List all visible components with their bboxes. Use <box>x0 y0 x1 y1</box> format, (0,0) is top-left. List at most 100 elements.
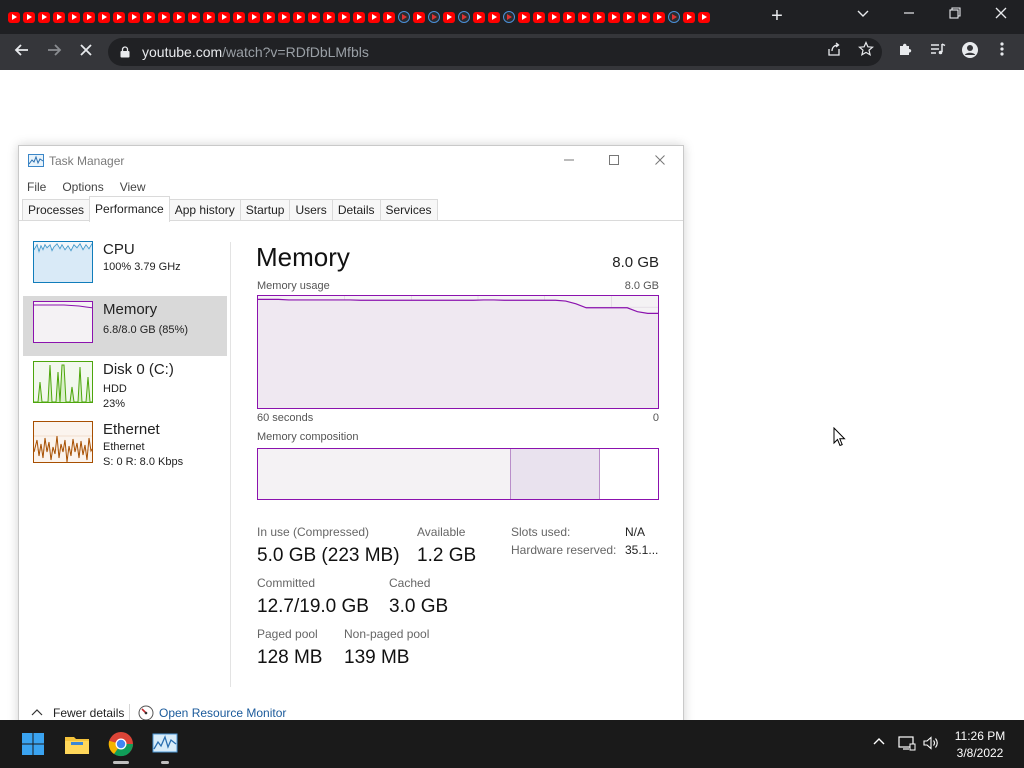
windows-start-icon[interactable] <box>19 730 47 758</box>
tab-performance[interactable]: Performance <box>89 196 170 222</box>
browser-tab[interactable] <box>636 7 651 27</box>
sidebar-ethernet-throughput: S: 0 R: 8.0 Kbps <box>103 456 184 468</box>
forward-arrow-icon[interactable] <box>42 41 66 63</box>
browser-tab[interactable] <box>231 7 246 27</box>
browser-tab[interactable] <box>351 7 366 27</box>
browser-tab[interactable] <box>426 7 441 27</box>
browser-tab[interactable] <box>201 7 216 27</box>
browser-tab[interactable] <box>306 7 321 27</box>
bookmark-star-icon[interactable] <box>854 41 878 63</box>
browser-tab[interactable] <box>36 7 51 27</box>
browser-tab[interactable] <box>261 7 276 27</box>
tab-startup[interactable]: Startup <box>239 199 291 221</box>
browser-tab[interactable] <box>546 7 561 27</box>
browser-tab[interactable] <box>321 7 336 27</box>
tab-search-chevron-icon[interactable] <box>850 4 876 26</box>
browser-tab[interactable] <box>606 7 621 27</box>
tm-minimize-icon[interactable] <box>554 150 584 172</box>
fewer-details-button[interactable]: Fewer details <box>53 706 124 720</box>
browser-tab[interactable] <box>186 7 201 27</box>
stop-loading-icon[interactable] <box>74 41 98 63</box>
browser-tab[interactable] <box>516 7 531 27</box>
resource-monitor-icon[interactable] <box>138 705 154 721</box>
tab-users[interactable]: Users <box>289 199 333 221</box>
browser-tab[interactable] <box>681 7 696 27</box>
open-resource-monitor-link[interactable]: Open Resource Monitor <box>159 706 286 720</box>
committed-value: 12.7/19.0 GB <box>257 596 369 617</box>
browser-tab[interactable] <box>141 7 156 27</box>
browser-tab[interactable] <box>96 7 111 27</box>
browser-tab[interactable] <box>6 7 21 27</box>
tm-maximize-icon[interactable] <box>599 150 629 172</box>
task-manager-titlebar[interactable]: Task Manager <box>19 146 683 176</box>
clock-date[interactable]: 3/8/2022 <box>940 746 1020 760</box>
browser-tab[interactable] <box>126 7 141 27</box>
browser-tab[interactable] <box>276 7 291 27</box>
browser-tab[interactable] <box>246 7 261 27</box>
url-text[interactable]: youtube.com/watch?v=RDfDbLMfbls <box>142 44 369 60</box>
sidebar-item-cpu[interactable]: CPU 100% 3.79 GHz <box>23 236 227 296</box>
share-icon[interactable] <box>822 41 846 63</box>
tab-processes[interactable]: Processes <box>22 199 91 221</box>
network-icon[interactable] <box>898 735 916 753</box>
browser-tab[interactable] <box>591 7 606 27</box>
browser-tab[interactable] <box>441 7 456 27</box>
browser-tab[interactable] <box>111 7 126 27</box>
youtube-favicon-icon <box>367 11 380 23</box>
browser-tab[interactable] <box>531 7 546 27</box>
sidebar-item-disk[interactable]: Disk 0 (C:) HDD 23% <box>23 356 227 416</box>
browser-tab[interactable] <box>51 7 66 27</box>
browser-tab[interactable] <box>621 7 636 27</box>
menu-options[interactable]: Options <box>54 177 111 197</box>
browser-tab[interactable] <box>171 7 186 27</box>
task-manager-taskbar-icon[interactable] <box>151 730 179 758</box>
chevron-up-icon[interactable] <box>31 708 43 718</box>
sidebar-item-ethernet[interactable]: Ethernet Ethernet S: 0 R: 8.0 Kbps <box>23 416 227 476</box>
browser-tab[interactable] <box>501 7 516 27</box>
browser-tab[interactable] <box>471 7 486 27</box>
browser-tab[interactable] <box>156 7 171 27</box>
tm-close-icon[interactable] <box>645 150 675 172</box>
tab-app-history[interactable]: App history <box>168 199 241 221</box>
browser-tab[interactable] <box>486 7 501 27</box>
browser-tab[interactable] <box>381 7 396 27</box>
new-tab-button[interactable]: + <box>766 5 788 27</box>
tab-services[interactable]: Services <box>379 199 438 221</box>
browser-tab[interactable] <box>411 7 426 27</box>
browser-tab[interactable] <box>396 7 411 27</box>
clock-time[interactable]: 11:26 PM <box>940 729 1020 743</box>
browser-tab[interactable] <box>81 7 96 27</box>
lock-icon[interactable] <box>120 46 130 58</box>
browser-tab[interactable] <box>366 7 381 27</box>
address-bar[interactable]: youtube.com/watch?v=RDfDbLMfbls <box>108 38 882 66</box>
volume-icon[interactable] <box>922 735 940 753</box>
minimize-window-icon[interactable] <box>896 4 922 26</box>
browser-tab[interactable] <box>456 7 471 27</box>
browser-tab[interactable] <box>666 7 681 27</box>
tab-details[interactable]: Details <box>331 199 381 221</box>
windows-taskbar: 11:26 PM 3/8/2022 <box>0 720 1024 768</box>
chrome-icon[interactable] <box>107 730 135 758</box>
browser-menu-kebab-icon[interactable] <box>990 41 1014 63</box>
browser-tab[interactable] <box>21 7 36 27</box>
browser-tab[interactable] <box>291 7 306 27</box>
browser-tab[interactable] <box>696 7 711 27</box>
tray-chevron-up-icon[interactable] <box>870 735 888 753</box>
browser-tab[interactable] <box>576 7 591 27</box>
menu-file[interactable]: File <box>19 177 54 197</box>
back-arrow-icon[interactable] <box>10 41 34 63</box>
close-window-icon[interactable] <box>988 4 1014 26</box>
extensions-puzzle-icon[interactable] <box>894 41 918 63</box>
browser-tab[interactable] <box>66 7 81 27</box>
youtube-favicon-icon <box>142 11 155 23</box>
media-control-icon[interactable] <box>926 41 950 63</box>
browser-tab[interactable] <box>216 7 231 27</box>
browser-tab[interactable] <box>561 7 576 27</box>
menu-view[interactable]: View <box>112 177 154 197</box>
sidebar-item-memory[interactable]: Memory 6.8/8.0 GB (85%) <box>23 296 227 356</box>
restore-window-icon[interactable] <box>942 4 968 26</box>
browser-tab[interactable] <box>336 7 351 27</box>
profile-avatar-icon[interactable] <box>958 41 982 63</box>
browser-tab[interactable] <box>651 7 666 27</box>
file-explorer-icon[interactable] <box>63 730 91 758</box>
